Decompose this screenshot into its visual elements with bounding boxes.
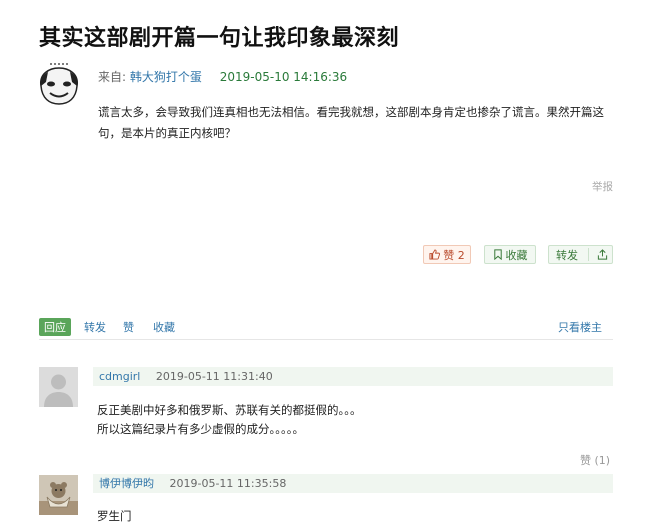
comment-text-line: 罗生门 [97, 509, 132, 523]
default-avatar-icon[interactable] [39, 367, 78, 407]
bookmark-icon [493, 249, 502, 260]
comment-like-link[interactable]: 赞 (1) [580, 452, 610, 468]
post-body: 谎言太多，会导致我们连真相也无法相信。看完我就想，这部剧本身肯定也掺杂了谎言。果… [98, 105, 604, 140]
divider [588, 248, 589, 261]
like-button[interactable]: 赞 2 [423, 245, 471, 264]
comment-user[interactable]: cdmgirl [99, 370, 140, 383]
tab-forward[interactable]: 转发 [84, 319, 106, 335]
collect-button-label: 收藏 [505, 248, 528, 262]
comment-header: cdmgirl 2019-05-11 11:31:40 [93, 367, 613, 386]
comment-text-line: 所以这篇纪录片有多少虚假的成分。。。。。 [97, 422, 304, 436]
post-meta: 来自: 韩大狗打个蛋 2019-05-10 14:16:36 [98, 68, 347, 85]
author-link[interactable]: 韩大狗打个蛋 [130, 70, 202, 84]
collect-button[interactable]: 收藏 [484, 245, 536, 264]
owner-only-link[interactable]: 只看楼主 [558, 319, 602, 335]
post-datetime: 2019-05-10 14:16:36 [219, 70, 348, 84]
reply-tab-bar: 回应 转发 赞 收藏 只看楼主 [39, 318, 613, 340]
comment-time: 2019-05-11 11:35:58 [169, 477, 287, 490]
author-avatar[interactable] [36, 60, 82, 108]
from-label: 来自: [98, 70, 127, 84]
report-link[interactable]: 举报 [592, 179, 613, 194]
comment-time: 2019-05-11 11:31:40 [155, 370, 273, 383]
tab-reply[interactable]: 回应 [39, 318, 71, 336]
share-button-label: 转发 [556, 248, 578, 262]
share-button[interactable]: 转发 [548, 245, 613, 264]
tab-collect[interactable]: 收藏 [153, 319, 175, 335]
thumbs-up-icon [429, 249, 441, 260]
comment-user[interactable]: 博伊博伊昀 [99, 477, 154, 490]
comment-text-line: 反正美剧中好多和俄罗斯、苏联有关的都挺假的。。。 [97, 403, 362, 417]
tab-like[interactable]: 赞 [123, 319, 134, 335]
user-avatar[interactable] [39, 475, 78, 515]
like-button-label: 赞 2 [443, 248, 465, 262]
page-title: 其实这部剧开篇一句让我印象最深刻 [39, 26, 400, 51]
comment-header: 博伊博伊昀 2019-05-11 11:35:58 [93, 474, 613, 493]
share-upload-icon[interactable] [592, 249, 612, 260]
